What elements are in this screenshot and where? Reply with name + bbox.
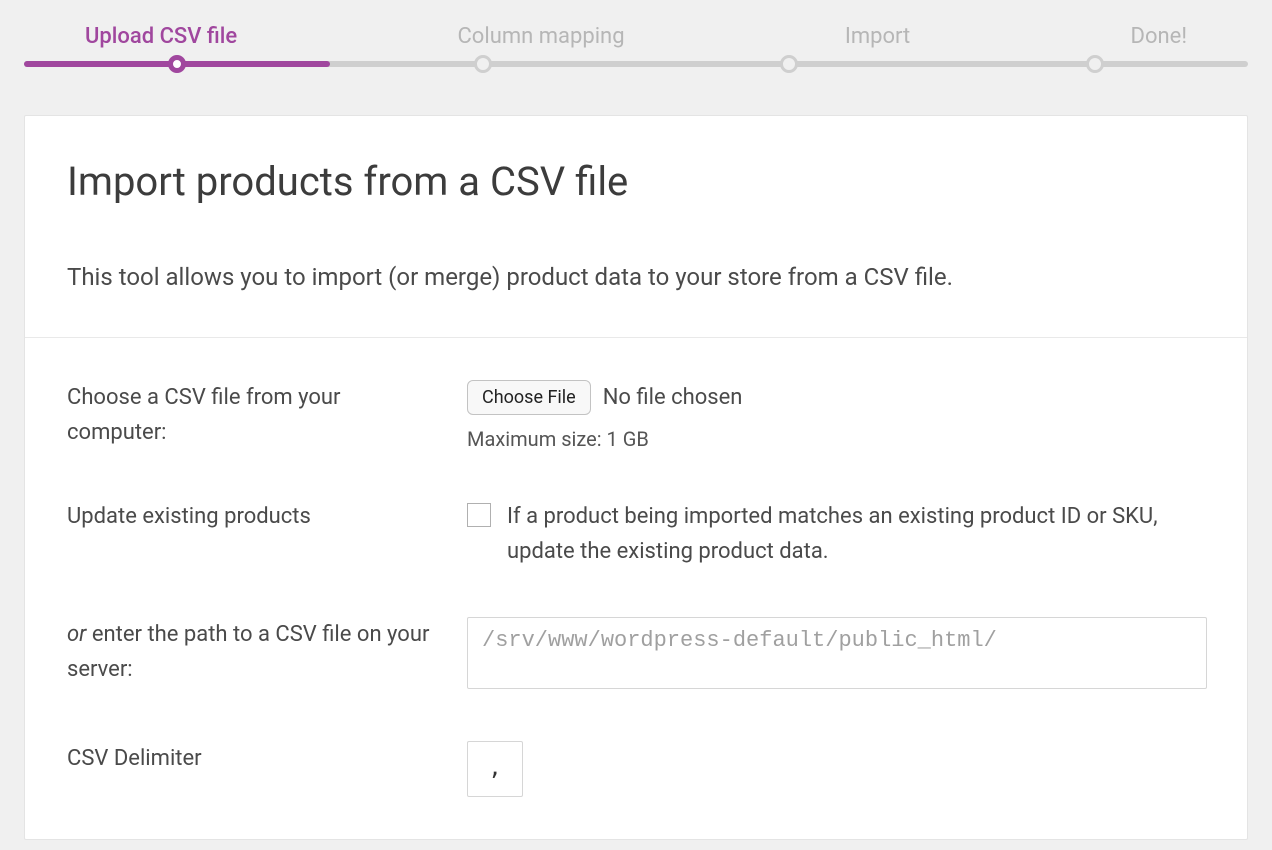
step-label: Column mapping [457,24,624,49]
file-row: Choose a CSV file from your computer: Ch… [67,380,1205,451]
path-control-col [467,617,1207,693]
step-done[interactable]: Done! [1131,24,1187,49]
file-status: No file chosen [603,385,743,410]
path-label-col: or enter the path to a CSV file on your … [67,617,467,693]
path-label-prefix: or [67,622,86,647]
file-control-col: Choose File No file chosen Maximum size:… [467,380,1205,451]
update-row: Update existing products If a product be… [67,499,1205,569]
card-header: Import products from a CSV file This too… [25,116,1247,338]
progress-track [24,61,1248,67]
file-label-col: Choose a CSV file from your computer: [67,380,467,451]
update-control-col: If a product being imported matches an e… [467,499,1205,569]
path-label: or enter the path to a CSV file on your … [67,617,443,687]
progress-dot-column-mapping [474,55,492,73]
step-upload[interactable]: Upload CSV file [85,24,237,49]
file-label: Choose a CSV file from your computer: [67,380,443,450]
file-chooser: Choose File No file chosen [467,380,1205,415]
progress-stepper: Upload CSV file Column mapping Import Do… [0,0,1272,75]
step-column-mapping[interactable]: Column mapping [457,24,624,49]
update-checkbox[interactable] [467,503,491,527]
delimiter-label-col: CSV Delimiter [67,741,467,797]
delimiter-control-col [467,741,1205,797]
delimiter-label: CSV Delimiter [67,741,443,776]
step-label: Import [845,24,910,49]
delimiter-input[interactable] [467,741,523,797]
progress-dot-upload [168,55,186,73]
choose-file-button[interactable]: Choose File [467,380,591,415]
progress-dot-done [1086,55,1104,73]
path-label-rest: enter the path to a CSV file on your ser… [67,622,429,682]
step-label: Upload CSV file [85,24,237,49]
step-labels-row: Upload CSV file Column mapping Import Do… [85,24,1187,49]
update-label-col: Update existing products [67,499,467,569]
page: Upload CSV file Column mapping Import Do… [0,0,1272,840]
update-label: Update existing products [67,499,443,534]
step-import[interactable]: Import [845,24,910,49]
max-size-hint: Maximum size: 1 GB [467,427,1205,451]
page-subtitle: This tool allows you to import (or merge… [67,261,1205,295]
page-title: Import products from a CSV file [67,158,1205,205]
server-path-input[interactable] [467,617,1207,689]
path-row: or enter the path to a CSV file on your … [67,617,1205,693]
import-card: Import products from a CSV file This too… [24,115,1248,840]
update-description: If a product being imported matches an e… [507,499,1205,569]
update-checkbox-row: If a product being imported matches an e… [467,499,1205,569]
delimiter-row: CSV Delimiter [67,741,1205,797]
card-body: Choose a CSV file from your computer: Ch… [25,338,1247,839]
progress-dot-import [780,55,798,73]
step-label: Done! [1131,24,1187,49]
